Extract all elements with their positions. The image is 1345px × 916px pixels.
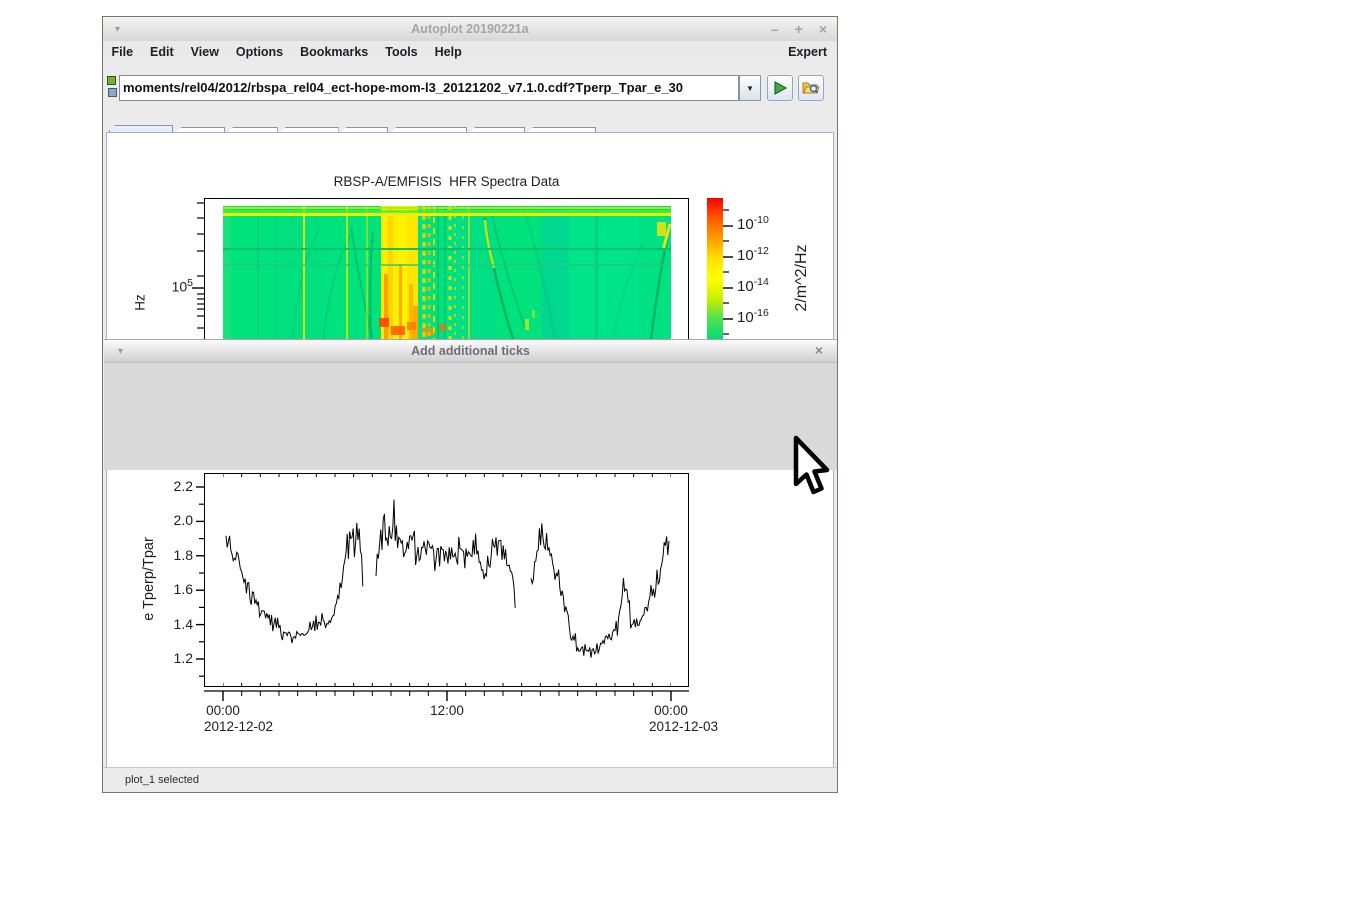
- y-tick-label: 1.6: [173, 581, 193, 598]
- add-ticks-panel-body: [104, 363, 837, 470]
- menu-item-tools[interactable]: Tools: [377, 45, 426, 59]
- plot2-y-tick-labels: 2.2 2.0 1.8 1.6 1.4 1.2: [155, 473, 193, 687]
- colorbar-tick-label: 10-10: [737, 214, 769, 233]
- menu-item-file[interactable]: File: [103, 45, 142, 59]
- plot1-y-axis-ticks: [192, 202, 204, 329]
- close-button[interactable]: ×: [819, 21, 827, 37]
- spectrogram-image[interactable]: [223, 206, 671, 339]
- panel-title: Add additional ticks: [411, 344, 530, 358]
- x-tick-label-end: 00:00: [654, 703, 688, 718]
- y-tick-label: 1.8: [173, 546, 193, 563]
- y-tick-label: 1.4: [173, 615, 193, 632]
- uri-input[interactable]: moments/rel04/2012/rbspa_rel04_ect-hope-…: [119, 75, 739, 101]
- add-ticks-panel[interactable]: ▾ Add additional ticks ×: [104, 339, 837, 470]
- y-tick-label: 2.0: [173, 512, 193, 529]
- datasource-type-icons[interactable]: [107, 76, 118, 100]
- browse-file-button[interactable]: [798, 75, 824, 101]
- x-tick-label-start: 00:00: [206, 703, 240, 718]
- titlebar[interactable]: ▾ Autoplot 20190221a – + ×: [103, 17, 837, 42]
- colorbar-tick-label: 10-16: [737, 307, 769, 326]
- menu-item-view[interactable]: View: [182, 45, 227, 59]
- menu-item-help[interactable]: Help: [426, 45, 470, 59]
- window-title: Autoplot 20190221a: [411, 22, 529, 36]
- menu-item-options[interactable]: Options: [227, 45, 291, 59]
- maximize-button[interactable]: +: [795, 21, 803, 37]
- desktop: ▾ Autoplot 20190221a – + × File Edit Vie…: [0, 0, 1345, 916]
- autoplot-window: ▾ Autoplot 20190221a – + × File Edit Vie…: [102, 16, 838, 793]
- plot1-title: RBSP-A/EMFISIS HFR Spectra Data: [333, 174, 560, 189]
- statusbar: plot_1 selected: [103, 767, 837, 792]
- x-date-label-start: 2012-12-02: [204, 719, 274, 734]
- y-tick-label: 2.2: [173, 478, 193, 494]
- colorbar-tick-label: 10-12: [737, 245, 769, 264]
- x-date-label-end: 2012-12-03: [649, 719, 719, 734]
- mouse-cursor: [793, 435, 830, 495]
- expert-mode-label[interactable]: Expert: [780, 45, 837, 59]
- go-plot-button[interactable]: [767, 75, 793, 101]
- colorbar-tick-label: 10-14: [737, 276, 769, 295]
- add-ticks-panel-header[interactable]: ▾ Add additional ticks ×: [104, 339, 837, 363]
- minimize-button[interactable]: –: [771, 21, 779, 37]
- uri-dropdown-button[interactable]: ▼: [739, 75, 761, 101]
- status-text: plot_1 selected: [125, 774, 199, 786]
- datasource-blue-icon: [108, 88, 117, 97]
- x-tick-label-noon: 12:00: [430, 703, 464, 718]
- folder-search-icon: [802, 82, 820, 94]
- play-icon: [774, 80, 788, 96]
- panel-close-icon[interactable]: ×: [815, 342, 823, 358]
- menu-item-edit[interactable]: Edit: [142, 45, 183, 59]
- colorbar-labels: 10-10 10-12 10-14 10-16: [737, 198, 797, 339]
- y-tick-label: 1.2: [173, 650, 193, 666]
- timeseries-line[interactable]: [223, 473, 671, 687]
- datasource-green-icon: [107, 76, 116, 85]
- colorbar-ticks: [723, 209, 733, 335]
- plot1-y-axis-label: Hz: [132, 294, 148, 311]
- plot2-y-axis-label: e Tperp/Tpar: [141, 537, 157, 621]
- colorbar-unit-label: 2/m^2/Hz: [793, 244, 810, 312]
- plot1-y-tick-label: 105: [171, 277, 193, 295]
- menubar: File Edit View Options Bookmarks Tools H…: [103, 41, 837, 62]
- address-toolbar: moments/rel04/2012/rbspa_rel04_ect-hope-…: [103, 62, 837, 126]
- colorbar[interactable]: [707, 198, 723, 339]
- menu-item-bookmarks[interactable]: Bookmarks: [292, 45, 377, 59]
- chevron-down-icon: ▼: [746, 83, 754, 93]
